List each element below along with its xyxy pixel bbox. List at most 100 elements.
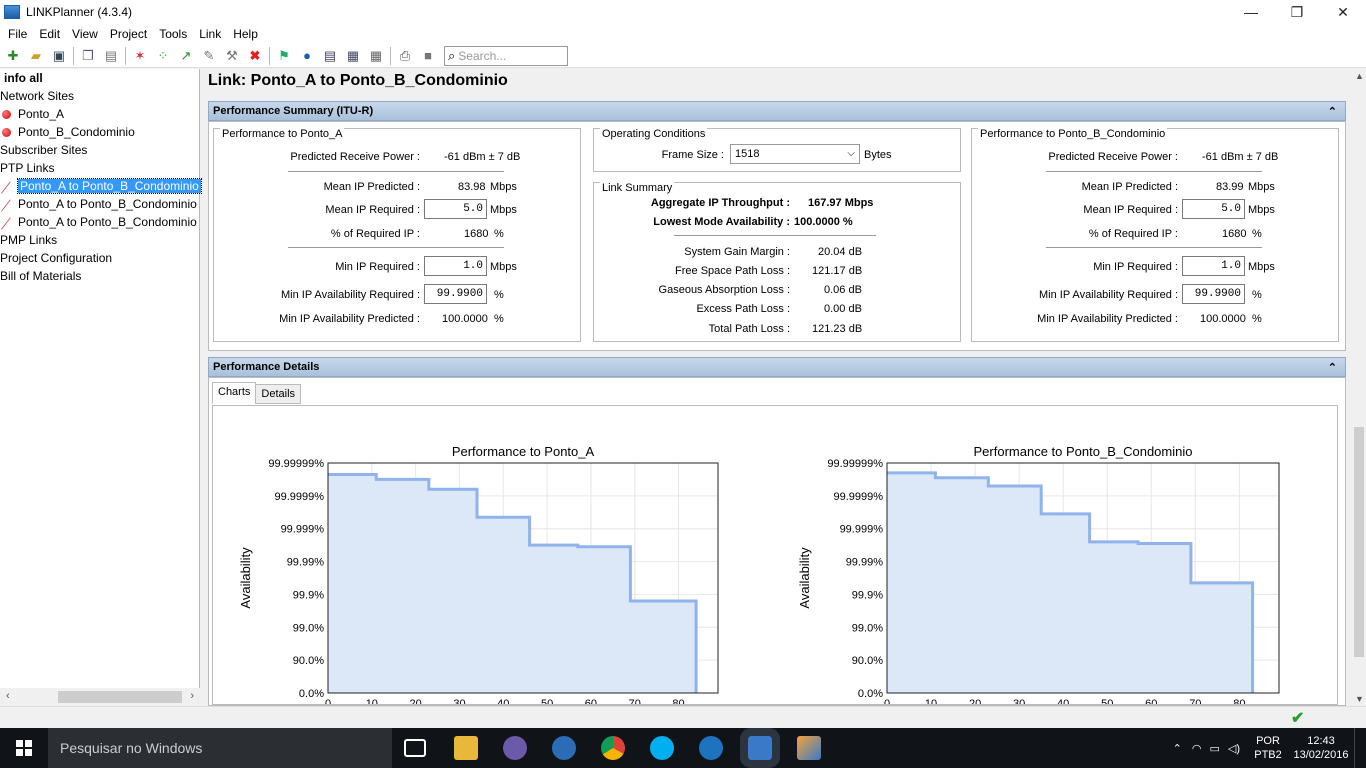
- show-desktop-button[interactable]: [1354, 728, 1366, 768]
- copy-icon[interactable]: ❐: [79, 47, 97, 65]
- volume-icon[interactable]: ◁): [1228, 742, 1240, 755]
- tree-link-3[interactable]: ╱ Ponto_A to Ponto_B_Condominio: [0, 213, 199, 231]
- minimize-button[interactable]: —: [1228, 0, 1274, 24]
- y-tick-label: 99.9999%: [833, 491, 883, 503]
- min-avail-predicted-label: Min IP Availability Predicted :: [1037, 313, 1178, 325]
- print-icon[interactable]: ⎙: [396, 47, 414, 65]
- tree-link-1[interactable]: ╱ Ponto_A to Ponto_B_Condominio: [0, 177, 202, 195]
- start-button[interactable]: [0, 728, 48, 768]
- chart-title: Performance to Ponto_A: [452, 444, 595, 459]
- main-panel: Link: Ponto_A to Ponto_B_Condominio Perf…: [202, 69, 1352, 706]
- unit-label: %: [494, 228, 504, 240]
- min-avail-required-input[interactable]: 99.9900: [1182, 284, 1245, 304]
- min-ip-required-label: Min IP Required :: [335, 261, 420, 273]
- collapse-icon[interactable]: ⌃: [1328, 361, 1337, 374]
- wifi-icon[interactable]: ◠: [1192, 742, 1202, 755]
- menu-link[interactable]: Link: [193, 24, 227, 44]
- app-icon-sublime[interactable]: [797, 736, 821, 760]
- edit-icon[interactable]: ⚒: [223, 47, 241, 65]
- unit-label: %: [1252, 313, 1262, 325]
- battery-icon[interactable]: ▭: [1209, 742, 1219, 755]
- tree-bill-of-materials[interactable]: Bill of Materials: [0, 267, 199, 285]
- bom-icon[interactable]: ▦: [367, 47, 385, 65]
- min-ip-required-input[interactable]: 1.0: [424, 256, 487, 276]
- tree-link-2[interactable]: ╱ Ponto_A to Ponto_B_Condominio: [0, 195, 199, 213]
- new-project-icon[interactable]: ✚: [4, 47, 22, 65]
- x-tick-label: 80: [1233, 698, 1245, 705]
- app-icon-swirl[interactable]: [503, 736, 527, 760]
- mean-ip-required-input[interactable]: 5.0: [424, 199, 487, 219]
- export-icon[interactable]: ▦: [344, 47, 362, 65]
- profile-icon[interactable]: ⚑: [275, 47, 293, 65]
- paste-icon[interactable]: ▤: [102, 47, 120, 65]
- tree-network-sites[interactable]: Network Sites: [0, 87, 199, 105]
- min-ip-required-input[interactable]: 1.0: [1182, 256, 1245, 276]
- close-button[interactable]: ✕: [1320, 0, 1366, 24]
- menu-tools[interactable]: Tools: [153, 24, 193, 44]
- tree-ptp-links[interactable]: PTP Links: [0, 159, 199, 177]
- file-explorer-icon[interactable]: [454, 736, 478, 760]
- scroll-left-icon[interactable]: ‹: [6, 690, 10, 702]
- unit-label: Mbps: [1248, 204, 1275, 216]
- add-pmp-icon[interactable]: ✎: [200, 47, 218, 65]
- frame-size-label: Frame Size :: [661, 149, 724, 161]
- tree-root[interactable]: info all: [0, 69, 199, 87]
- google-earth-icon[interactable]: [699, 736, 723, 760]
- check-icon: ✔: [1291, 710, 1305, 727]
- stop-icon[interactable]: ■: [419, 47, 437, 65]
- menu-bar: File Edit View Project Tools Link Help: [0, 24, 1366, 44]
- frame-size-select[interactable]: 1518 ⌵: [730, 144, 860, 164]
- google-earth-icon[interactable]: ●: [298, 47, 316, 65]
- mean-ip-required-label: Mean IP Required :: [1083, 204, 1178, 216]
- menu-view[interactable]: View: [66, 24, 104, 44]
- tab-details[interactable]: Details: [255, 384, 302, 404]
- main-vscrollbar[interactable]: ▲ ▼: [1352, 69, 1366, 706]
- report-icon[interactable]: ▤: [321, 47, 339, 65]
- scroll-thumb[interactable]: [1354, 427, 1364, 657]
- performance-details-header[interactable]: Performance Details ⌃: [208, 357, 1346, 377]
- task-view-icon[interactable]: [404, 739, 426, 757]
- availability-charts: 0 10 20 30 40 50 60 70 80 0.0% 90.0% 99.0% 99.9% 99.9…: [238, 444, 1280, 705]
- tree-subscriber-sites[interactable]: Subscriber Sites: [0, 141, 199, 159]
- sidebar-hscrollbar[interactable]: ‹ ›: [0, 688, 200, 706]
- open-project-icon[interactable]: ▰: [27, 47, 45, 65]
- link-icon: ╱: [2, 219, 9, 230]
- search-box[interactable]: ⌕ Search...: [444, 45, 568, 66]
- site-icon: [2, 110, 11, 119]
- tree-pmp-links[interactable]: PMP Links: [0, 231, 199, 249]
- scroll-right-icon[interactable]: ›: [190, 690, 194, 702]
- menu-help[interactable]: Help: [227, 24, 264, 44]
- maximize-button[interactable]: ❐: [1274, 0, 1320, 24]
- toolbar: ✚ ▰ ▣ ❐ ▤ ✶ ⁘ ↗ ✎ ⚒ ✖ ⚑ ● ▤ ▦ ▦ ⎙ ■ ⌕ Se…: [0, 44, 1366, 68]
- scroll-down-icon[interactable]: ▼: [1355, 694, 1364, 704]
- menu-file[interactable]: File: [2, 24, 33, 44]
- save-icon[interactable]: ▣: [50, 47, 68, 65]
- tree-project-configuration[interactable]: Project Configuration: [0, 249, 199, 267]
- tree-site-b[interactable]: Ponto_B_Condominio: [0, 123, 199, 141]
- clock[interactable]: 12:43 13/02/2016: [1288, 734, 1354, 762]
- add-site-icon[interactable]: ✶: [131, 47, 149, 65]
- skype-icon[interactable]: [650, 736, 674, 760]
- menu-project[interactable]: Project: [104, 24, 153, 44]
- excess-loss-label: Excess Path Loss :: [696, 303, 790, 315]
- linkplanner-taskbar-icon[interactable]: [740, 728, 780, 768]
- language-indicator[interactable]: POR PTB2: [1248, 734, 1288, 762]
- mean-ip-required-input[interactable]: 5.0: [1182, 199, 1245, 219]
- menu-edit[interactable]: Edit: [33, 24, 66, 44]
- add-link-icon[interactable]: ↗: [177, 47, 195, 65]
- chevron-up-icon[interactable]: ⌃: [1173, 742, 1182, 755]
- taskbar-search[interactable]: Pesquisar no Windows: [48, 728, 392, 768]
- scroll-up-icon[interactable]: ▲: [1355, 71, 1364, 81]
- delete-icon[interactable]: ✖: [246, 47, 264, 65]
- x-tick-label: 50: [541, 698, 553, 705]
- chrome-icon[interactable]: [601, 736, 625, 760]
- x-tick-label: 40: [497, 698, 509, 705]
- add-subscriber-icon[interactable]: ⁘: [154, 47, 172, 65]
- collapse-icon[interactable]: ⌃: [1328, 105, 1337, 118]
- app-icon-globe[interactable]: [552, 736, 576, 760]
- performance-summary-header[interactable]: Performance Summary (ITU-R) ⌃: [208, 101, 1346, 121]
- min-avail-required-input[interactable]: 99.9900: [424, 284, 487, 304]
- tree-site-a[interactable]: Ponto_A: [0, 105, 199, 123]
- tab-charts[interactable]: Charts: [212, 382, 257, 404]
- scroll-thumb[interactable]: [58, 691, 182, 703]
